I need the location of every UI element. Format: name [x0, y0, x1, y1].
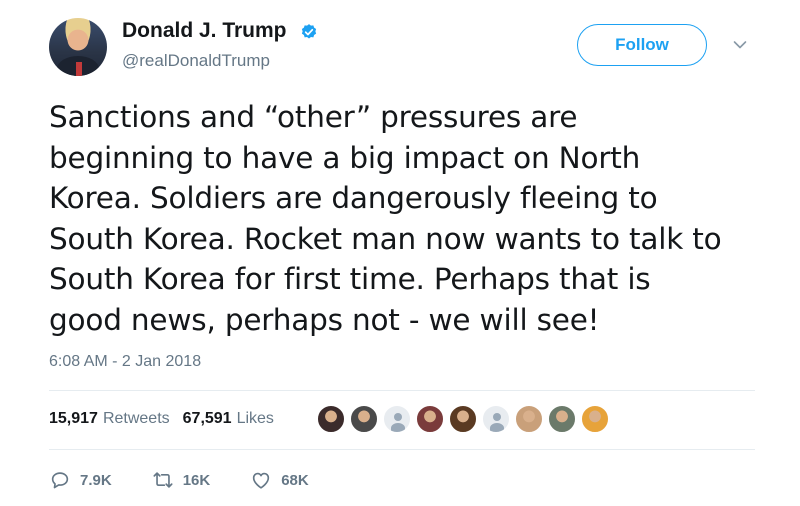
- heart-icon: [253, 472, 270, 489]
- tweet-text: Sanctions and “other” pressures are begi…: [49, 97, 769, 340]
- user-handle[interactable]: @realDonaldTrump: [122, 51, 270, 71]
- reply-count: 7.9K: [80, 471, 112, 489]
- default-avatar-icon[interactable]: [383, 405, 411, 433]
- tweet-text-line: beginning to have a big impact on North: [49, 140, 641, 175]
- retweet-button[interactable]: 16K: [152, 469, 211, 491]
- liker-avatar[interactable]: [581, 405, 609, 433]
- likes-label[interactable]: Likes: [237, 410, 274, 428]
- divider: [49, 449, 755, 450]
- liker-avatar[interactable]: [350, 405, 378, 433]
- divider: [49, 390, 755, 391]
- reply-button[interactable]: 7.9K: [49, 469, 112, 491]
- like-button[interactable]: 68K: [250, 469, 309, 491]
- reply-icon: [51, 472, 69, 489]
- liker-avatar[interactable]: [317, 405, 345, 433]
- tweet-actions: 7.9K 16K 68K: [49, 468, 349, 492]
- tweet-text-line: South Korea. Rocket man now wants to tal…: [49, 221, 722, 256]
- retweets-label[interactable]: Retweets: [103, 410, 170, 428]
- likers-avatars: [317, 405, 614, 435]
- retweets-count[interactable]: 15,917: [49, 410, 98, 428]
- profile-avatar[interactable]: [49, 18, 107, 76]
- liker-avatar[interactable]: [416, 405, 444, 433]
- liker-avatar[interactable]: [548, 405, 576, 433]
- retweet-count: 16K: [182, 471, 211, 489]
- tweet-text-line: South Korea for first time. Perhaps that…: [49, 262, 651, 296]
- tweet-timestamp[interactable]: 6:08 AM - 2 Jan 2018: [49, 353, 201, 371]
- like-count: 68K: [281, 471, 309, 489]
- tweet-text-line: good news, perhaps not - we will see!: [49, 302, 600, 337]
- liker-avatar[interactable]: [515, 405, 543, 433]
- default-avatar-icon[interactable]: [482, 405, 510, 433]
- retweet-icon: [153, 472, 173, 488]
- avatar-tie: [76, 62, 82, 76]
- follow-button[interactable]: Follow: [577, 24, 707, 66]
- verified-badge-icon: [301, 24, 317, 39]
- tweet-text-line: Sanctions and “other” pressures are: [49, 100, 578, 134]
- display-name[interactable]: Donald J. Trump: [122, 19, 287, 43]
- likes-count[interactable]: 67,591: [183, 410, 232, 428]
- chevron-down-icon[interactable]: [733, 40, 747, 50]
- tweet-stats: 15,917 Retweets 67,591 Likes: [49, 410, 287, 428]
- tweet-text-line: Korea. Soldiers are dangerously fleeing …: [49, 181, 658, 215]
- liker-avatar[interactable]: [449, 405, 477, 433]
